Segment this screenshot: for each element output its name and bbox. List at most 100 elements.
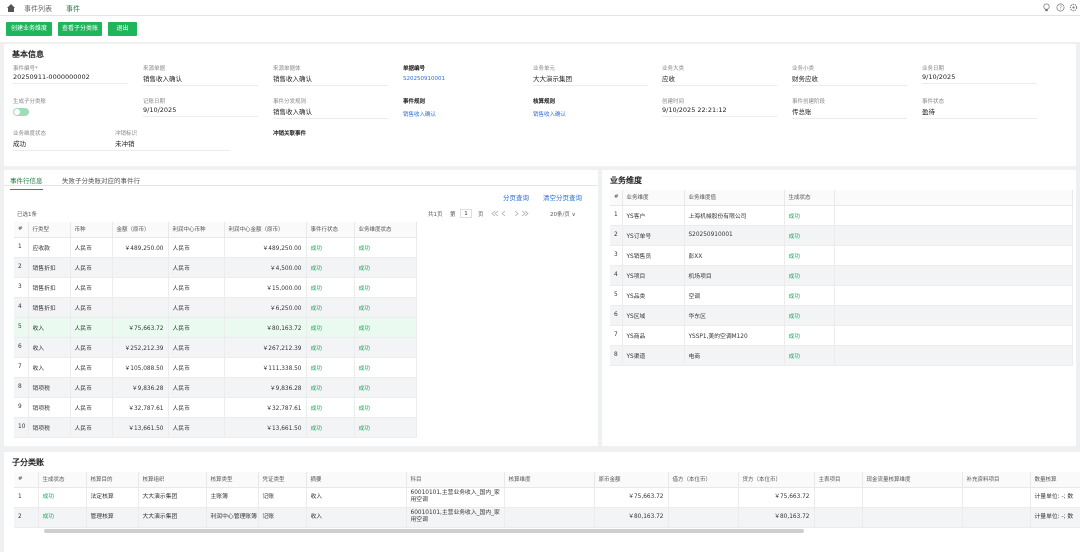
subledger-column-header[interactable]: 摘要: [306, 472, 407, 488]
event-lines-column-header[interactable]: 利润中心币种: [168, 222, 225, 238]
business-dimension-row[interactable]: 5 YS品类 空调 成功: [610, 285, 1073, 306]
business-dimension-row[interactable]: 1 YS客户 上海机械股份有限公司 成功: [610, 205, 1073, 226]
field-business-unit[interactable]: 大大演示集团: [533, 73, 648, 86]
event-lines-column-header[interactable]: 利润中心金额（原币）: [224, 222, 307, 238]
field-dimension-status[interactable]: 成功: [13, 138, 128, 151]
field-doc-no-link[interactable]: S20250910001: [403, 76, 518, 84]
page-size-select[interactable]: 20条/页 ∨: [550, 210, 576, 218]
event-lines-column-header[interactable]: 事件行状态: [306, 222, 355, 238]
event-lines-row[interactable]: 7 收入 人民币 ￥105,088.50 人民币 ￥111,338.50 成功 成功: [14, 357, 417, 378]
event-lines-cell: 人民币: [168, 357, 225, 378]
event-lines-row[interactable]: 6 收入 人民币 ￥252,212.39 人民币 ￥267,212.39 成功 成功: [14, 337, 417, 358]
subledger-column-header[interactable]: 核算组织: [138, 472, 207, 488]
field-accounting-rule-link[interactable]: 销售收入确认: [533, 110, 648, 120]
subledger-column-header[interactable]: 核算类型: [206, 472, 259, 488]
event-lines-row[interactable]: 2 销售折扣 人民币 人民币 ￥4,500.00 成功 成功: [14, 257, 417, 278]
field-business-subcategory[interactable]: 财务应收: [792, 73, 907, 86]
business-dimension-row[interactable]: 4 YS项目 机场项目 成功: [610, 265, 1073, 286]
paged-query-button[interactable]: 分页查询: [503, 192, 529, 202]
subledger-cell: 计量单位: -; 数: [1030, 507, 1080, 528]
event-lines-column-header[interactable]: #: [14, 222, 29, 238]
business-dimension-column-header[interactable]: 业务维度: [622, 190, 685, 206]
business-dimension-row[interactable]: 3 YS销售员 彭XX 成功: [610, 245, 1073, 266]
subledger-column-header[interactable]: 现金流量核算维度: [862, 472, 963, 488]
field-dispatch-rule[interactable]: 销售收入确认: [273, 106, 388, 119]
event-lines-cell: 成功: [306, 237, 355, 258]
tab-failed-subledger-lines[interactable]: 失败子分类账对应的事件行: [62, 175, 140, 185]
generate-subledger-toggle[interactable]: [13, 108, 29, 116]
event-lines-cell: 销项税: [28, 377, 71, 398]
field-reversal-related-event[interactable]: [273, 138, 388, 140]
subledger-cell: [862, 507, 963, 528]
business-dimension-column-header[interactable]: [834, 190, 1073, 206]
event-lines-cell: 2: [14, 257, 29, 278]
event-lines-column-header[interactable]: 金额（原币）: [112, 222, 169, 238]
field-reversal-flag[interactable]: 未冲销: [115, 138, 230, 151]
selected-count: 已选1条: [17, 212, 37, 218]
business-dimension-row[interactable]: 2 YS订单号 S20250910001 成功: [610, 225, 1073, 246]
event-lines-column-header[interactable]: 币种: [70, 222, 113, 238]
field-event-status[interactable]: 盈待: [922, 106, 1037, 119]
subledger-column-header[interactable]: 核算维度: [504, 472, 595, 488]
field-created-time[interactable]: 9/10/2025 22:21:12: [662, 106, 777, 117]
event-lines-row[interactable]: 9 销项税 人民币 ￥32,787.61 人民币 ￥32,787.61 成功 成功: [14, 397, 417, 418]
create-dimension-button[interactable]: 创建业务维度: [6, 22, 52, 36]
business-dimension-column-header[interactable]: 生成状态: [784, 190, 835, 206]
event-lines-row[interactable]: 1 应收款 人民币 ￥489,250.00 人民币 ￥489,250.00 成功 成功: [14, 237, 417, 258]
event-lines-row[interactable]: 8 销项税 人民币 ￥9,836.28 人民币 ￥9,836.28 成功 成功: [14, 377, 417, 398]
nav-tab-event-list[interactable]: 事件列表: [24, 4, 52, 14]
subledger-column-header[interactable]: 科目: [406, 472, 505, 488]
field-source-doc[interactable]: 销售收入确认: [143, 73, 258, 86]
event-lines-cell: 人民币: [168, 257, 225, 278]
help-icon[interactable]: ?: [1056, 3, 1065, 12]
event-lines-row[interactable]: 10 销项税 人民币 ￥13,661.50 人民币 ￥13,661.50 成功 成功: [14, 417, 417, 438]
event-lines-row[interactable]: 5 收入 人民币 ￥75,663.72 人民币 ￥80,163.72 成功 成功: [14, 317, 417, 338]
field-business-date[interactable]: 9/10/2025: [922, 73, 1037, 84]
subledger-column-header[interactable]: 数量核算: [1030, 472, 1080, 488]
clear-paged-query-button[interactable]: 清空分页查询: [543, 192, 582, 202]
field-source-doc-body[interactable]: 销售收入确认: [273, 73, 388, 86]
subledger-row[interactable]: 1 成功 法定核算 大大演示集团 主账簿 记账 收入 60010101,主营业务收入_国内_家…: [14, 487, 1080, 508]
event-lines-column-header[interactable]: 业务维度状态: [354, 222, 417, 238]
field-business-category[interactable]: 应收: [662, 73, 777, 86]
event-lines-cell: ￥252,212.39: [112, 337, 169, 358]
event-lines-cell: 人民币: [168, 317, 225, 338]
subledger-column-header[interactable]: 借方（本位币）: [668, 472, 739, 488]
nav-tab-event[interactable]: 事件: [66, 4, 80, 18]
event-lines-cell: 人民币: [168, 237, 225, 258]
subledger-column-header[interactable]: 补充资料项目: [962, 472, 1031, 488]
field-event-no[interactable]: 20250911-0000000002: [13, 73, 128, 84]
pager-page-input[interactable]: 1: [460, 209, 472, 218]
subledger-column-header[interactable]: 贷方（本位币）: [738, 472, 815, 488]
bulb-icon[interactable]: [1042, 3, 1051, 12]
business-dimension-row[interactable]: 6 YS区域 华东区 成功: [610, 305, 1073, 326]
subledger-column-header[interactable]: 主表项目: [814, 472, 863, 488]
tab-event-lines[interactable]: 事件行信息: [10, 175, 43, 190]
home-icon[interactable]: [6, 3, 16, 13]
field-posting-date[interactable]: 9/10/2025: [143, 106, 258, 117]
business-dimension-column-header[interactable]: #: [610, 190, 623, 206]
business-dimension-column-header[interactable]: 业务维度值: [684, 190, 785, 206]
business-dimension-row[interactable]: 7 YS商品 YSSP1,美的空调M120 成功: [610, 325, 1073, 346]
subledger-column-header[interactable]: #: [14, 472, 39, 488]
field-create-stage[interactable]: 传总账: [792, 106, 907, 119]
settings-icon[interactable]: [1069, 3, 1078, 12]
subledger-row[interactable]: 2 成功 管理核算 大大演示集团 利润中心管理账簿 记账 收入 60010101,主营业务收入…: [14, 507, 1080, 528]
subledger-column-header[interactable]: 核算目的: [86, 472, 139, 488]
exit-button[interactable]: 退出: [108, 22, 137, 36]
event-lines-row[interactable]: 4 销售折扣 人民币 人民币 ￥6,250.00 成功 成功: [14, 297, 417, 318]
view-subledger-button[interactable]: 查看子分类账: [58, 22, 102, 36]
pager-suffix: 页: [478, 212, 484, 218]
subledger-column-header[interactable]: 凭证类型: [258, 472, 307, 488]
subledger-cell: [962, 507, 1031, 528]
event-lines-column-header[interactable]: 行类型: [28, 222, 71, 238]
subledger-cell: [962, 487, 1031, 508]
pager-arrows-icon[interactable]: [490, 209, 530, 218]
field-event-rule-link[interactable]: 销售收入确认: [403, 110, 518, 120]
subledger-column-header[interactable]: 生成状态: [38, 472, 87, 488]
event-lines-cell: ￥32,787.61: [112, 397, 169, 418]
horizontal-scrollbar[interactable]: [44, 529, 804, 533]
subledger-column-header[interactable]: 原币金额: [594, 472, 669, 488]
event-lines-row[interactable]: 3 销售折扣 人民币 人民币 ￥15,000.00 成功 成功: [14, 277, 417, 298]
business-dimension-row[interactable]: 8 YS渠道 电商 成功: [610, 345, 1073, 366]
